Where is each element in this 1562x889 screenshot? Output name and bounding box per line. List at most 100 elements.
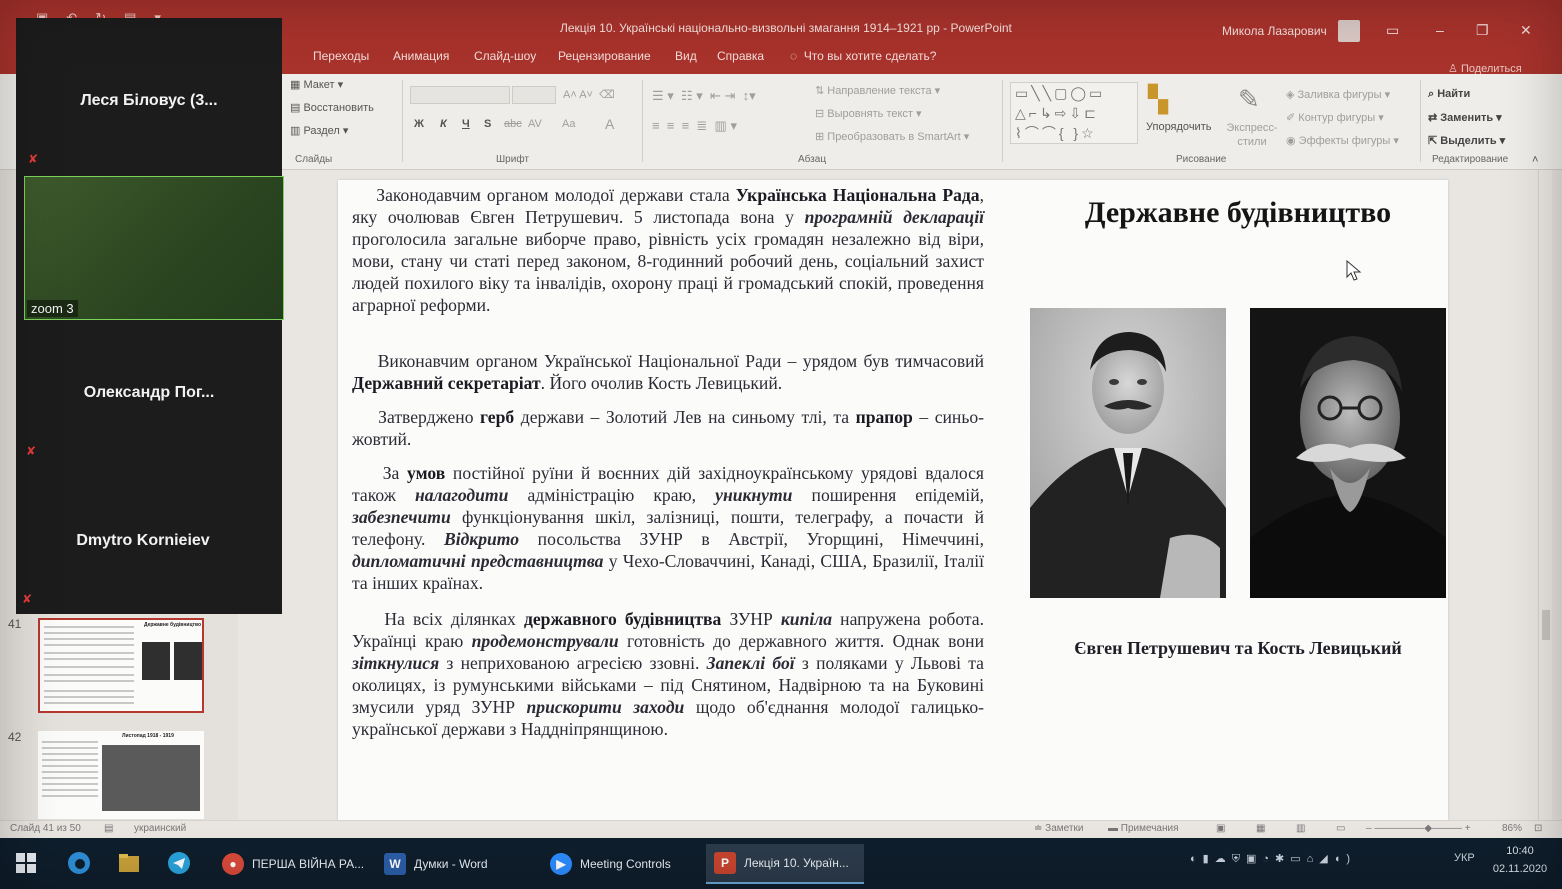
arrange-button[interactable]: Упорядочить	[1146, 121, 1211, 133]
quick-styles-button[interactable]: Экспресс-стили	[1222, 121, 1282, 149]
ribbon-separator	[642, 80, 643, 162]
normal-view-icon[interactable]: ▣	[1216, 823, 1225, 834]
ribbon-separator	[1420, 80, 1421, 162]
change-case-button[interactable]: Aa	[562, 118, 575, 130]
font-size-controls[interactable]: A˄ A˅ ⌫	[563, 88, 615, 101]
text-run-bold: Державний секретаріат	[352, 373, 541, 393]
paragraph-state-building[interactable]: На всіх ділянках державного будівництва …	[352, 608, 984, 740]
align-buttons[interactable]: ≡ ≡ ≡ ≣ ▥ ▾	[652, 118, 737, 134]
portrait-levytskyi[interactable]	[1250, 308, 1446, 598]
shapes-gallery[interactable]: ▭╲╲▢◯▭ △⌐↳⇨⇩⊏ ⌇⌒⌒{ }☆	[1010, 82, 1138, 144]
scrollbar-thumb[interactable]	[1542, 610, 1550, 640]
reset-button[interactable]: ▤ Восстановить	[290, 101, 374, 114]
underline-button[interactable]: Ч	[462, 118, 470, 130]
collapse-ribbon-icon[interactable]: ˄	[1532, 154, 1538, 166]
user-name[interactable]: Микола Лазарович	[1222, 24, 1327, 38]
tab-transitions[interactable]: Переходы	[313, 49, 369, 63]
close-icon[interactable]: ✕	[1520, 22, 1532, 39]
paragraph-legislative[interactable]: Законодавчим органом молодої держави ста…	[352, 184, 984, 316]
reading-view-icon[interactable]: ▥	[1296, 823, 1305, 834]
taskbar-app-powerpoint[interactable]: P Лекція 10. Україн...	[706, 844, 864, 884]
reset-label: Восстановить	[303, 102, 374, 114]
portrait-caption[interactable]: Євген Петрушевич та Кость Левицький	[1028, 638, 1448, 659]
slideshow-view-icon[interactable]: ▭	[1336, 823, 1345, 834]
shape-outline-button[interactable]: ✐ Контур фигуры ▾	[1286, 111, 1384, 124]
shape-fill-label: Заливка фигуры	[1297, 89, 1382, 101]
minimize-icon[interactable]: –	[1436, 22, 1444, 38]
input-language[interactable]: УКР	[1454, 852, 1475, 864]
file-explorer-icon[interactable]	[116, 850, 142, 876]
paragraph-executive[interactable]: Виконавчим органом Української Національ…	[352, 350, 984, 394]
tab-view[interactable]: Вид	[675, 49, 697, 63]
strikethrough-button[interactable]: abc	[504, 118, 522, 130]
replace-icon: ⇄	[1428, 112, 1438, 124]
shadow-button[interactable]: S	[484, 118, 491, 130]
align-text-button[interactable]: ⊟ Выровнять текст ▾	[815, 107, 922, 120]
tab-help[interactable]: Справка	[717, 49, 764, 63]
section-button[interactable]: ▥ Раздел ▾	[290, 124, 348, 137]
participant-tile[interactable]: Леся Біловус (3... ✘	[8, 24, 270, 174]
find-icon: ⌕	[1428, 88, 1435, 100]
screen: ▣ ↶ ↻ ▤ ▾ Лекція 10. Українські націонал…	[0, 0, 1562, 889]
layout-button[interactable]: ▦ Макет ▾	[290, 78, 343, 91]
zoom-slider[interactable]: – —————◆——— +	[1366, 823, 1471, 834]
avatar[interactable]	[1338, 20, 1360, 42]
muted-mic-icon: ✘	[28, 152, 39, 166]
notes-button[interactable]: ≐ Заметки	[1034, 823, 1083, 834]
paragraph-administration[interactable]: За умов постійної руїни й воєнних дій за…	[352, 462, 984, 594]
edge-icon[interactable]	[66, 850, 92, 876]
taskbar-app-chrome[interactable]: ● ПЕРША ВІЙНА РА...	[214, 844, 370, 884]
slide-thumbnail-42[interactable]: Листопад 1918 - 1919	[38, 731, 204, 819]
font-name-box[interactable]	[410, 86, 510, 104]
taskbar: ● ПЕРША ВІЙНА РА... W Думки - Word ▶ Mee…	[0, 838, 1562, 889]
font-color-button[interactable]: A	[605, 116, 614, 132]
slide-canvas[interactable]: Законодавчим органом молодої держави ста…	[338, 180, 1448, 820]
select-button[interactable]: ⇱ Выделить ▾	[1428, 134, 1505, 147]
convert-smartart-button[interactable]: ⊞ Преобразовать в SmartArt ▾	[815, 130, 969, 143]
shape-effects-button[interactable]: ◉ Эффекты фигуры ▾	[1286, 134, 1399, 147]
zoom-level[interactable]: 86%	[1502, 823, 1522, 834]
thumbnail-title: Листопад 1918 - 1919	[122, 733, 174, 739]
font-size-box[interactable]	[512, 86, 556, 104]
vertical-scrollbar[interactable]	[1538, 170, 1552, 820]
taskbar-clock[interactable]: 10:40 02.11.2020	[1490, 842, 1550, 878]
slide-sorter-icon[interactable]: ▦	[1256, 823, 1265, 834]
maximize-icon[interactable]: ❐	[1476, 22, 1489, 39]
italic-button[interactable]: К	[440, 118, 447, 130]
participant-video-tile[interactable]: zoom 3	[24, 176, 284, 320]
telegram-icon[interactable]	[166, 850, 192, 876]
taskbar-app-word[interactable]: W Думки - Word	[376, 844, 534, 884]
paragraph-symbols[interactable]: Затверджено герб держави – Золотий Лев н…	[352, 406, 984, 450]
participant-name: Олександр Пог...	[83, 384, 215, 401]
language-indicator[interactable]: украинский	[134, 823, 186, 834]
participant-tile[interactable]: Dmytro Kornieiev ✘	[8, 470, 270, 614]
slide-thumbnail-41[interactable]: Державне будівництво	[38, 618, 204, 713]
tell-me-search[interactable]: ◌ Что вы хотите сделать?	[790, 49, 936, 63]
comments-button[interactable]: ▬ Примечания	[1108, 823, 1179, 834]
text-run: адміністрацію краю,	[508, 485, 716, 505]
windows-start-icon[interactable]	[16, 853, 36, 873]
tab-slideshow[interactable]: Слайд-шоу	[474, 49, 536, 63]
find-button[interactable]: ⌕ Найти	[1428, 88, 1470, 101]
text-run: проголосила загальне виборче право, рівн…	[352, 229, 984, 315]
ribbon-display-options-icon[interactable]: ▭	[1386, 22, 1399, 39]
taskbar-app-zoom[interactable]: ▶ Meeting Controls	[542, 844, 700, 884]
slide-title[interactable]: Державне будівництво	[1038, 196, 1438, 230]
portrait-petrushevych[interactable]	[1030, 308, 1226, 598]
shape-fill-button[interactable]: ◈ Заливка фигуры ▾	[1286, 88, 1390, 101]
text-direction-button[interactable]: ⇅ Направление текста ▾	[815, 84, 940, 97]
text-run: . Його очолив Кость Левицький.	[540, 373, 783, 393]
participant-tile[interactable]: Олександр Пог... ✘	[8, 322, 270, 468]
replace-label: Заменить	[1440, 112, 1494, 124]
text-run-bold: державного будівництва	[523, 609, 722, 629]
bold-button[interactable]: Ж	[414, 118, 424, 130]
system-tray-icons[interactable]: ◐▮☁⛨▣◔✱▭⌂◢◖)	[1190, 852, 1356, 866]
tab-animations[interactable]: Анимация	[393, 49, 449, 63]
ribbon-separator	[1002, 80, 1003, 162]
fit-to-window-icon[interactable]: ⊡	[1534, 823, 1542, 834]
spellcheck-icon[interactable]: ▤	[104, 823, 113, 834]
character-spacing-button[interactable]: AV	[528, 118, 542, 130]
list-buttons[interactable]: ☰ ▾ ☷ ▾ ⇤ ⇥ ↕▾	[652, 88, 756, 104]
replace-button[interactable]: ⇄ Заменить ▾	[1428, 111, 1502, 124]
tab-review[interactable]: Рецензирование	[558, 49, 651, 63]
